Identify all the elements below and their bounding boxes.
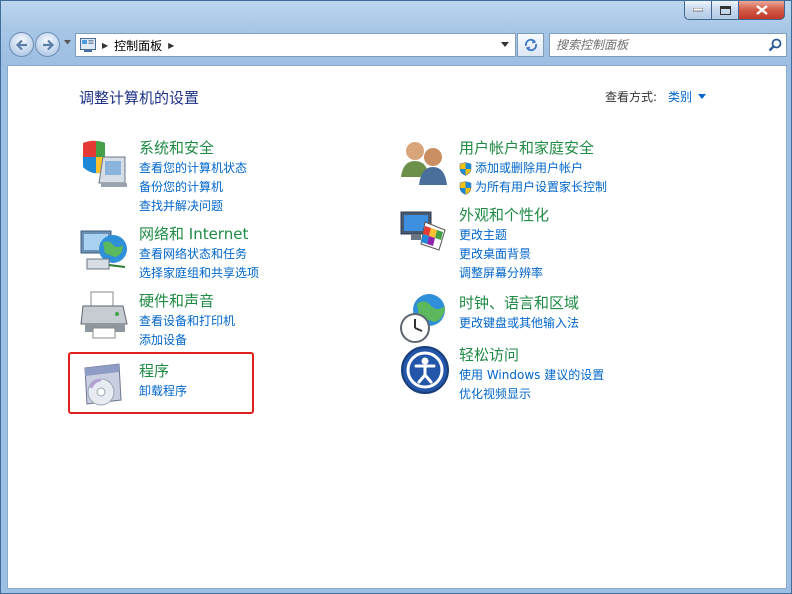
control-panel-window: ▶ 控制面板 ▶ 调整计算机的设置 查看方式: 类别: [0, 0, 792, 594]
refresh-button[interactable]: [517, 33, 544, 57]
clock-globe-icon[interactable]: [399, 292, 451, 344]
appearance-monitor-icon[interactable]: [399, 204, 451, 256]
category-title[interactable]: 外观和个性化: [459, 204, 549, 225]
system-security-icon[interactable]: [79, 137, 131, 189]
task-link-label[interactable]: 为所有用户设置家长控制: [475, 178, 607, 197]
category-title[interactable]: 轻松访问: [459, 344, 519, 365]
breadcrumb-separator-icon[interactable]: ▶: [102, 41, 108, 50]
search-icon[interactable]: [768, 38, 782, 52]
task-link-label[interactable]: 添加或删除用户帐户: [475, 159, 583, 178]
highlight-box: [68, 352, 254, 414]
uac-shield-icon: [459, 161, 472, 176]
ease-of-access-icon[interactable]: [399, 344, 451, 396]
task-link[interactable]: 为所有用户设置家长控制: [459, 178, 607, 197]
category-links: 查看您的计算机状态 备份您的计算机 查找并解决问题: [139, 159, 247, 216]
content-pane: 调整计算机的设置 查看方式: 类别 系统和安全 查看您的计算机状态 备份您的计算…: [7, 65, 787, 589]
view-by-value[interactable]: 类别: [668, 88, 692, 105]
category-links: 使用 Windows 建议的设置 优化视频显示: [459, 366, 604, 404]
search-input[interactable]: [556, 37, 756, 53]
category-title[interactable]: 网络和 Internet: [139, 223, 248, 244]
task-link[interactable]: 选择家庭组和共享选项: [139, 264, 259, 283]
task-link[interactable]: 查看设备和打印机: [139, 312, 235, 331]
close-icon: [755, 5, 768, 15]
task-link[interactable]: 更改桌面背景: [459, 245, 543, 264]
maximize-icon: [719, 5, 731, 15]
category-links: 查看设备和打印机 添加设备: [139, 312, 235, 350]
chevron-down-icon[interactable]: [698, 94, 707, 99]
category-links: 更改主题 更改桌面背景 调整屏幕分辨率: [459, 226, 543, 283]
task-link[interactable]: 更改键盘或其他输入法: [459, 314, 579, 333]
history-dropdown-icon[interactable]: [64, 40, 71, 45]
network-globe-icon[interactable]: [79, 223, 131, 275]
breadcrumb-control-panel[interactable]: 控制面板: [114, 37, 162, 54]
minimize-icon: [693, 8, 703, 12]
category-links: 更改键盘或其他输入法: [459, 314, 579, 333]
category-title[interactable]: 系统和安全: [139, 137, 214, 158]
maximize-button[interactable]: [712, 1, 739, 20]
forward-button[interactable]: [35, 32, 60, 57]
task-link[interactable]: 备份您的计算机: [139, 178, 247, 197]
category-title[interactable]: 用户帐户和家庭安全: [459, 137, 594, 158]
close-button[interactable]: [739, 1, 785, 20]
task-link[interactable]: 使用 Windows 建议的设置: [459, 366, 604, 385]
caption-buttons: [684, 1, 785, 20]
category-links: 查看网络状态和任务 选择家庭组和共享选项: [139, 245, 259, 283]
task-link[interactable]: 添加设备: [139, 331, 235, 350]
task-link[interactable]: 查看网络状态和任务: [139, 245, 259, 264]
search-box: [549, 33, 787, 57]
uac-shield-icon: [459, 180, 472, 195]
category-links: 添加或删除用户帐户 为所有用户设置家长控制: [459, 159, 607, 197]
printer-hardware-icon[interactable]: [79, 290, 131, 342]
task-link[interactable]: 查看您的计算机状态: [139, 159, 247, 178]
task-link[interactable]: 更改主题: [459, 226, 543, 245]
task-link[interactable]: 查找并解决问题: [139, 197, 247, 216]
category-title[interactable]: 时钟、语言和区域: [459, 292, 579, 313]
refresh-icon: [524, 38, 537, 52]
task-link[interactable]: 优化视频显示: [459, 385, 604, 404]
control-panel-icon: [80, 38, 96, 52]
view-by-label: 查看方式:: [605, 90, 658, 104]
task-link[interactable]: 添加或删除用户帐户: [459, 159, 607, 178]
address-dropdown-icon[interactable]: [501, 42, 509, 48]
address-bar[interactable]: ▶ 控制面板 ▶: [75, 33, 516, 57]
navigation-bar: ▶ 控制面板 ▶: [7, 31, 787, 59]
category-title[interactable]: 硬件和声音: [139, 290, 214, 311]
forward-arrow-icon: [42, 39, 54, 50]
breadcrumb-separator-icon[interactable]: ▶: [168, 41, 174, 50]
minimize-button[interactable]: [684, 1, 712, 20]
task-link[interactable]: 调整屏幕分辨率: [459, 264, 543, 283]
view-by-dropdown[interactable]: 类别: [668, 88, 707, 105]
back-arrow-icon: [15, 39, 27, 50]
back-button[interactable]: [9, 32, 34, 57]
user-accounts-icon[interactable]: [399, 137, 451, 189]
page-heading: 调整计算机的设置: [79, 89, 200, 107]
